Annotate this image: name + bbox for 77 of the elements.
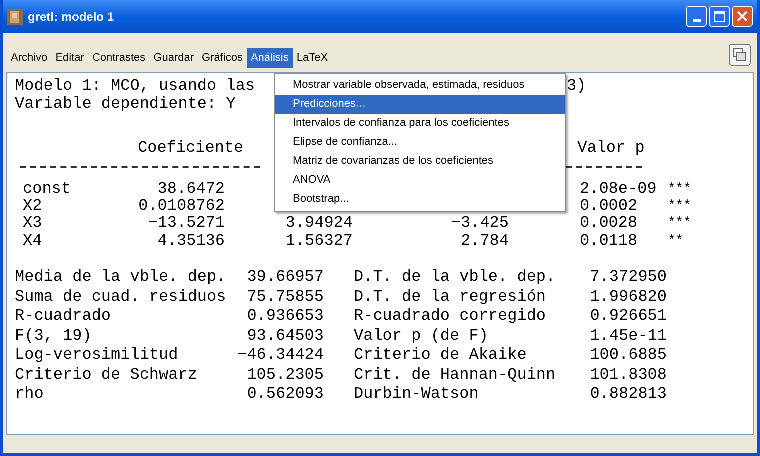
coefficient-cell: 38.6472 xyxy=(158,180,225,198)
p-value-cell: 2.08e-09 xyxy=(580,180,657,198)
dropdown-item[interactable]: Intervalos de confianza para los coeficientes xyxy=(275,114,565,133)
statistic-label: Durbin-Watson xyxy=(354,385,479,404)
statistic-value: −46.34424 xyxy=(238,346,324,364)
significance-stars: *** xyxy=(668,214,692,232)
statistic-value: 39.66957 xyxy=(247,268,324,286)
dependent-variable: Variable dependiente: Y xyxy=(15,95,236,113)
close-icon xyxy=(737,11,748,22)
statistic-label: D.T. de la regresión xyxy=(354,288,546,306)
variable-name: X4 xyxy=(23,232,42,250)
menu-item[interactable]: Archivo xyxy=(7,48,52,68)
dropdown-item[interactable]: Bootstrap... xyxy=(275,190,565,209)
statistic-label: Valor p (de F) xyxy=(354,326,488,345)
model-title-tail: 3) xyxy=(567,77,586,95)
app-icon xyxy=(7,8,23,24)
dropdown-item[interactable]: Mostrar variable observada, estimada, residuos xyxy=(275,76,565,95)
menu-item[interactable]: Contrastes xyxy=(88,48,150,68)
statistic-label: Criterio de Akaike xyxy=(354,346,527,364)
dropdown-item[interactable]: Elipse de confianza... xyxy=(275,133,565,152)
menu-item[interactable]: LaTeX xyxy=(292,48,332,68)
coefficient-cell: −13.5271 xyxy=(148,214,225,232)
significance-stars: *** xyxy=(668,196,692,215)
statistic-value: 7.372950 xyxy=(590,268,667,286)
minimize-icon xyxy=(692,19,700,22)
dropdown-item[interactable]: ANOVA xyxy=(275,171,565,190)
column-header: Coeficiente xyxy=(138,139,244,157)
statistic-label: Log-verosimilitud xyxy=(15,346,178,364)
std-error-cell: 3.94924 xyxy=(286,214,353,232)
menu-item[interactable]: Guardar xyxy=(150,48,198,68)
variable-name: X3 xyxy=(23,214,42,232)
maximize-button[interactable] xyxy=(709,6,730,27)
coefficient-cell: 0.0108762 xyxy=(138,196,225,215)
variable-name: const xyxy=(23,180,72,198)
window-title: gretl: modelo 1 xyxy=(28,8,114,26)
menu-item[interactable]: Editar xyxy=(52,48,88,68)
statistic-label: R-cuadrado xyxy=(15,307,112,326)
statistic-label: rho xyxy=(15,385,44,404)
statistic-value: 101.8308 xyxy=(590,366,667,384)
dropdown-item[interactable]: Predicciones... xyxy=(275,95,565,114)
statistic-value: 0.882813 xyxy=(590,385,667,404)
menu-item[interactable]: Gráficos xyxy=(198,48,247,68)
std-error-cell: 1.56327 xyxy=(286,232,353,250)
menu-item[interactable]: Análisis xyxy=(246,48,293,68)
statistic-value: 93.64503 xyxy=(247,326,324,345)
minimize-button[interactable] xyxy=(686,6,707,27)
statistic-label: D.T. de la vble. dep. xyxy=(354,268,556,286)
statistic-value: 100.6885 xyxy=(590,346,667,364)
maximize-icon xyxy=(714,11,725,22)
close-button[interactable] xyxy=(732,6,753,27)
statistic-value: 75.75855 xyxy=(247,288,324,306)
coefficient-cell: 4.35136 xyxy=(158,232,225,250)
column-header: Valor p xyxy=(578,139,645,157)
statistic-label: Suma de cuad. residuos xyxy=(15,288,226,306)
significance-stars: ** xyxy=(668,232,684,250)
statistic-value: 0.936653 xyxy=(247,307,324,326)
p-value-cell: 0.0118 xyxy=(580,232,638,250)
statistic-label: R-cuadrado corregido xyxy=(354,307,546,326)
variable-name: X2 xyxy=(23,196,42,215)
statistic-label: F(3, 19) xyxy=(15,326,92,345)
p-value-cell: 0.0028 xyxy=(580,214,638,232)
model-title: Modelo 1: MCO, usando las xyxy=(15,77,256,95)
detach-window-button[interactable] xyxy=(729,44,751,66)
t-ratio-cell: 2.784 xyxy=(460,232,509,250)
statistic-value: 1.45e-11 xyxy=(590,326,667,345)
statistic-value: 0.926651 xyxy=(590,307,667,326)
p-value-cell: 0.0002 xyxy=(580,196,638,215)
t-ratio-cell: −3.425 xyxy=(451,214,509,232)
significance-stars: *** xyxy=(668,180,692,198)
statistic-value: 0.562093 xyxy=(247,385,324,404)
windows-icon xyxy=(733,48,747,62)
statistic-label: Media de la vble. dep. xyxy=(15,268,226,286)
dropdown-item[interactable]: Matriz de covarianzas de los coeficientes xyxy=(275,152,565,171)
statistic-label: Crit. de Hannan-Quinn xyxy=(354,366,556,384)
statistic-value: 1.996820 xyxy=(590,288,667,306)
statistic-value: 105.2305 xyxy=(247,366,324,384)
statistic-label: Criterio de Schwarz xyxy=(15,366,198,384)
